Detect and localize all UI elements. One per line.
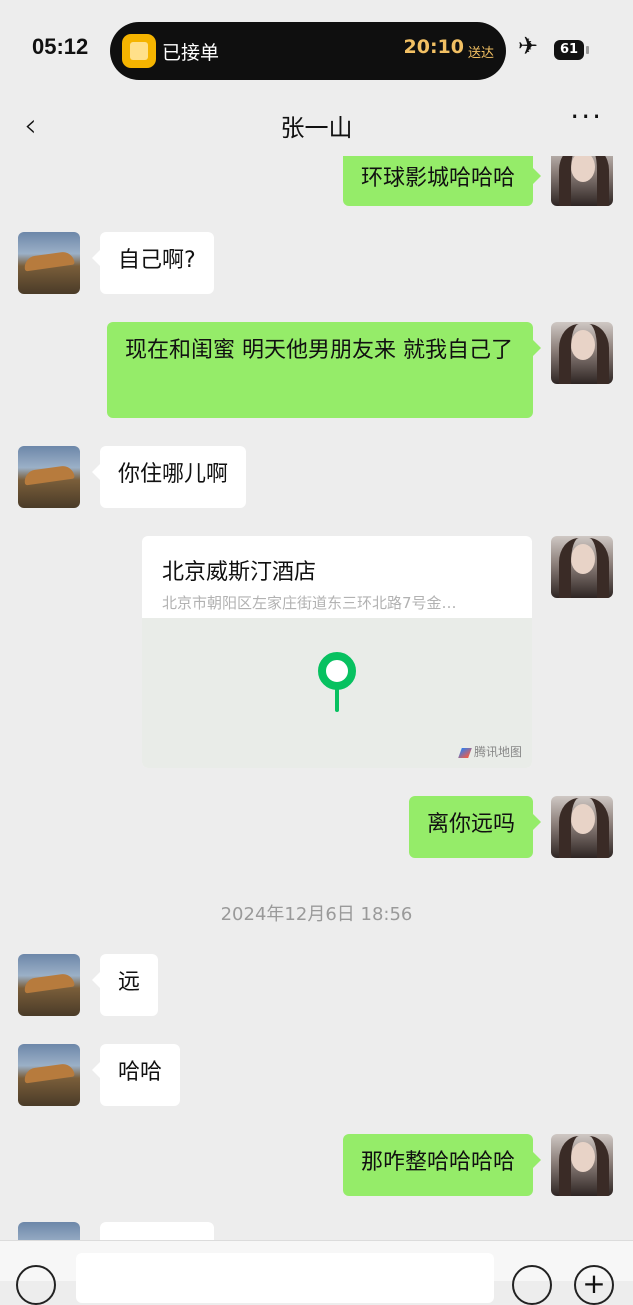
tencent-map-logo-icon <box>458 747 472 758</box>
more-dots-icon[interactable]: ··· <box>570 100 603 133</box>
avatar-contact[interactable] <box>18 1044 80 1106</box>
message-text: 现在和闺蜜 明天他男朋友来 就我自己了 <box>125 338 513 363</box>
emoji-icon[interactable] <box>512 1265 552 1305</box>
input-bar: + <box>0 1240 633 1305</box>
status-time: 05:12 <box>32 34 89 59</box>
message-bubble-received[interactable]: 你住哪儿啊 <box>91 446 247 508</box>
message-text: 自己啊? <box>118 248 196 273</box>
avatar-contact[interactable] <box>18 954 80 1016</box>
avatar-contact[interactable] <box>18 446 80 508</box>
order-status: 已接单 <box>162 42 220 64</box>
message-text: 离你远吗 <box>426 812 515 837</box>
message-bubble-sent[interactable]: 现在和闺蜜 明天他男朋友来 就我自己了 <box>107 322 541 418</box>
message-bubble-received[interactable] <box>100 1222 214 1240</box>
delivery-bag-icon <box>122 34 156 68</box>
message-bubble-received[interactable]: 哈哈 <box>91 1044 181 1106</box>
message-text: 那咋整哈哈哈哈 <box>360 1150 515 1175</box>
map-pin-stem <box>335 686 339 712</box>
message-input[interactable] <box>76 1253 494 1303</box>
voice-icon[interactable] <box>16 1265 56 1305</box>
avatar-contact[interactable] <box>18 1222 80 1240</box>
message-text: 远 <box>118 970 141 995</box>
message-timestamp: 2024年12月6日 18:56 <box>220 904 413 925</box>
message-text: 哈哈 <box>118 1060 163 1085</box>
delivery-eta-suffix: 送达 <box>467 46 494 61</box>
avatar-self[interactable] <box>551 322 613 384</box>
message-bubble-sent[interactable]: 离你远吗 <box>408 796 542 858</box>
message-bubble-sent[interactable]: 那咋整哈哈哈哈 <box>342 1134 542 1196</box>
chat-title: 张一山 <box>280 114 353 142</box>
message-list[interactable]: 环球影城哈哈哈 自己啊? 现在和闺蜜 明天他男朋友来 就我自己了 你住哪儿啊 北… <box>0 156 633 1240</box>
map-pin-icon <box>318 652 356 690</box>
message-bubble-received[interactable]: 远 <box>91 954 159 1016</box>
delivery-eta-time: 20:10 <box>403 36 464 58</box>
chat-header: ‹ 张一山 ··· <box>0 96 633 156</box>
message-text: 环球影城哈哈哈 <box>360 166 515 191</box>
avatar-contact[interactable] <box>18 232 80 294</box>
plus-icon[interactable]: + <box>574 1265 614 1305</box>
map-brand: 腾讯地图 <box>458 743 522 760</box>
location-map: 腾讯地图 <box>142 618 532 768</box>
battery-indicator: 61 <box>554 40 589 60</box>
avatar-self[interactable] <box>551 536 613 598</box>
avatar-self[interactable] <box>551 1134 613 1196</box>
location-address: 北京市朝阳区左家庄街道东三环北路7号金… <box>162 594 457 612</box>
message-bubble-sent[interactable]: 环球影城哈哈哈 <box>342 156 542 206</box>
status-bar: 05:12 已接单 20:10 送达 ✈ 61 <box>0 0 633 96</box>
map-brand-label: 腾讯地图 <box>473 745 522 759</box>
message-bubble-received[interactable]: 自己啊? <box>92 232 214 294</box>
airplane-icon: ✈ <box>518 32 539 60</box>
avatar-self[interactable] <box>551 156 613 206</box>
avatar-self[interactable] <box>551 796 613 858</box>
location-name: 北京威斯汀酒店 <box>162 560 317 585</box>
delivery-live-activity[interactable]: 已接单 20:10 送达 <box>110 22 506 80</box>
location-card[interactable]: 北京威斯汀酒店 北京市朝阳区左家庄街道东三环北路7号金… 腾讯地图 <box>142 536 532 768</box>
message-text: 你住哪儿啊 <box>118 462 229 487</box>
